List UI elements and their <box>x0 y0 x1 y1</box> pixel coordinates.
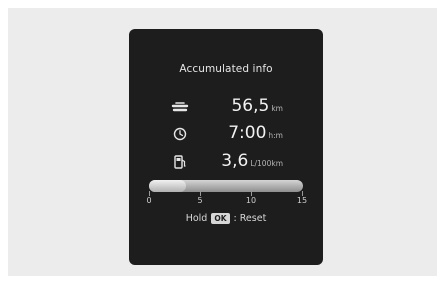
fuel-consumption-value: 3,6 <box>221 151 249 171</box>
time-value: 7:00 <box>228 123 267 143</box>
clock-icon <box>171 125 189 143</box>
gauge-scale-label: 10 <box>245 196 257 205</box>
cluster-display: Accumulated info 56,5 km 7:00 h:m 3,6 L/… <box>129 29 323 265</box>
gauge-scale-label: 5 <box>197 196 203 205</box>
ok-key-badge: OK <box>211 213 230 224</box>
fuel-consumption-unit: L/100km <box>250 159 283 168</box>
distance-value: 56,5 <box>231 96 270 116</box>
screen-title: Accumulated info <box>179 63 273 75</box>
reset-hint: Hold OK : Reset <box>129 213 323 224</box>
distance-icon <box>171 98 189 116</box>
distance-row: 56,5 km <box>129 96 323 118</box>
hint-hold-text: Hold <box>185 213 208 224</box>
distance-unit: km <box>271 104 283 113</box>
fuel-economy-gauge <box>149 180 303 192</box>
gauge-fill <box>149 180 186 192</box>
hint-reset-text: : Reset <box>233 213 267 224</box>
gauge-scale-label: 0 <box>146 196 152 205</box>
time-unit: h:m <box>268 131 283 140</box>
fuel-row: 3,6 L/100km <box>129 151 323 173</box>
time-row: 7:00 h:m <box>129 123 323 145</box>
gauge-scale-label: 15 <box>296 196 308 205</box>
fuel-pump-icon <box>171 153 189 171</box>
